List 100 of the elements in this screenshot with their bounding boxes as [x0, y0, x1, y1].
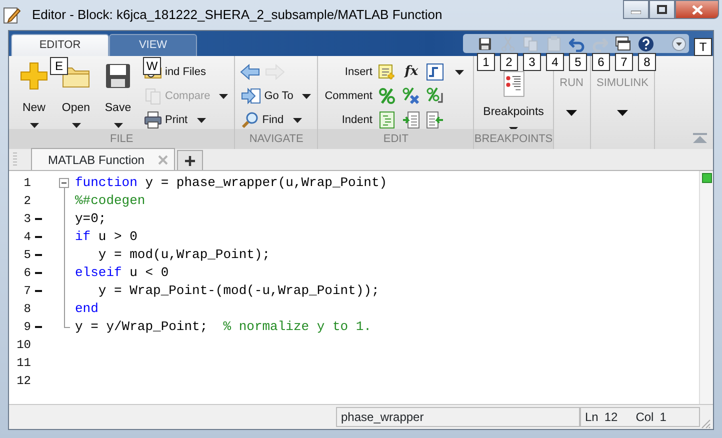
- ribbon-label: Insert: [344, 64, 372, 80]
- keytip: W: [143, 57, 161, 75]
- caret-icon: [454, 70, 464, 74]
- new-tab-button[interactable]: [177, 150, 204, 170]
- ribbon-label: Comment: [324, 88, 372, 104]
- code-line: y = y/Wrap_Point; % normalize y to 1.: [75, 318, 372, 336]
- minimize-button[interactable]: [623, 0, 649, 19]
- section-label: BREAKPOINTS: [474, 129, 553, 149]
- code-line: end: [75, 300, 98, 318]
- ribbon-icon-button[interactable]: [426, 87, 444, 105]
- maximize-button[interactable]: [649, 0, 675, 19]
- keytip: E: [50, 57, 68, 75]
- code-line: y = Wrap_Point-(mod(-u,Wrap_Point));: [97, 282, 380, 300]
- line-number: 8: [22, 301, 31, 318]
- ribbon-icon-button[interactable]: [378, 63, 396, 81]
- fold-toggle-icon: [59, 178, 69, 188]
- line-number: 10: [16, 337, 31, 354]
- column-value: 1: [660, 409, 666, 426]
- close-icon: [158, 154, 168, 164]
- line-label: Ln: [585, 409, 598, 426]
- right-arrow-icon: [265, 64, 286, 80]
- left-arrow-icon: [240, 64, 260, 80]
- keytip: 6: [592, 52, 610, 70]
- percent-icon: [378, 87, 396, 105]
- document-tab[interactable]: MATLAB Function: [31, 148, 176, 170]
- redo-arrow-icon: [592, 36, 608, 52]
- search-icon: [241, 111, 260, 129]
- code-line: y = mod(u,Wrap_Point);: [97, 246, 270, 264]
- plus-icon: [18, 60, 50, 92]
- keytip: 7: [615, 52, 633, 70]
- outdent-icon: [426, 111, 444, 129]
- code-analyzer-indicator: [702, 173, 712, 183]
- window-title: Editor - Block: k6jca_181222_SHERA_2_subsample/MATLAB Function: [31, 6, 442, 24]
- copy-icon: [523, 36, 539, 52]
- close-button[interactable]: [675, 0, 719, 19]
- line-number: 2: [22, 193, 31, 210]
- ribbon-button[interactable]: Go To: [239, 84, 314, 108]
- ribbon-icon-button[interactable]: [402, 111, 420, 129]
- quick-access-button[interactable]: [615, 36, 631, 52]
- dropdown-circle-icon: [671, 36, 687, 52]
- documents-icon: [144, 87, 162, 105]
- ribbon-icon-button[interactable]: [378, 87, 396, 105]
- section-label: NAVIGATE: [235, 129, 318, 149]
- collapse-ribbon-icon: [693, 133, 707, 143]
- keytip: 1: [477, 52, 495, 70]
- line-number: 5: [22, 247, 31, 264]
- ribbon-icon-button[interactable]: [426, 111, 444, 129]
- ribbon-icon-button[interactable]: [402, 87, 420, 105]
- keytip: 5: [569, 52, 587, 70]
- code-line: if u > 0: [75, 228, 138, 246]
- arrow-into-box-icon: [241, 87, 262, 105]
- pencil-document-icon: [3, 6, 21, 24]
- line-number: 3: [22, 211, 31, 228]
- keytip: 4: [546, 52, 564, 70]
- indent-document-icon: [378, 111, 396, 129]
- customize-button[interactable]: [671, 36, 687, 52]
- line-number: 12: [16, 373, 31, 390]
- undo-arrow-icon: [569, 36, 585, 52]
- ribbon-icon-button[interactable]: fx: [402, 63, 420, 81]
- section-label: FILE: [9, 129, 234, 149]
- line-value: 12: [604, 409, 618, 426]
- maximize-icon: [657, 5, 667, 14]
- ribbon-icon-button[interactable]: [378, 111, 396, 129]
- ribbon-tab[interactable]: VIEW: [109, 34, 197, 56]
- keytip: 2: [500, 52, 518, 70]
- code-line: y=0;: [75, 210, 106, 228]
- ribbon-label: Indent: [340, 112, 372, 128]
- line-number: 11: [16, 355, 31, 372]
- close-icon: [692, 4, 702, 14]
- line-number: 7: [22, 283, 31, 300]
- ribbon-button[interactable]: Save: [97, 60, 139, 128]
- step-box-icon: [426, 63, 444, 81]
- quick-access-button[interactable]: [477, 36, 493, 52]
- percent-cross-icon: [402, 87, 420, 105]
- keytip: 3: [523, 52, 541, 70]
- column-label: Col: [636, 409, 654, 426]
- document-plus-icon: [378, 63, 396, 81]
- function-name-field: phase_wrapper: [336, 407, 580, 427]
- clipboard-icon: [546, 36, 562, 52]
- ribbon-icon-button[interactable]: [426, 63, 444, 81]
- indent-icon: [402, 111, 420, 129]
- caret-icon: [566, 110, 578, 116]
- code-line: function y = phase_wrapper(u,Wrap_Point): [75, 174, 388, 192]
- line-number: 4: [22, 229, 31, 246]
- back-button[interactable]: [239, 63, 262, 81]
- plus-icon: [184, 154, 196, 166]
- percent-wrap-icon: [426, 87, 444, 105]
- line-number: 1: [22, 175, 31, 192]
- ribbon-button[interactable]: Find: [239, 108, 314, 132]
- quick-access-button[interactable]: [638, 36, 654, 52]
- scissors-icon: [500, 36, 516, 52]
- printer-icon: [144, 111, 162, 129]
- help-icon: [638, 36, 654, 52]
- resize-grip-icon: [701, 419, 711, 429]
- keytip: 8: [638, 52, 656, 70]
- line-number: 6: [22, 265, 31, 282]
- window-stack-icon: [615, 36, 631, 52]
- ribbon-tab[interactable]: EDITOR: [11, 34, 109, 56]
- fold-end-line: [64, 318, 70, 328]
- grip-icon: [13, 152, 17, 166]
